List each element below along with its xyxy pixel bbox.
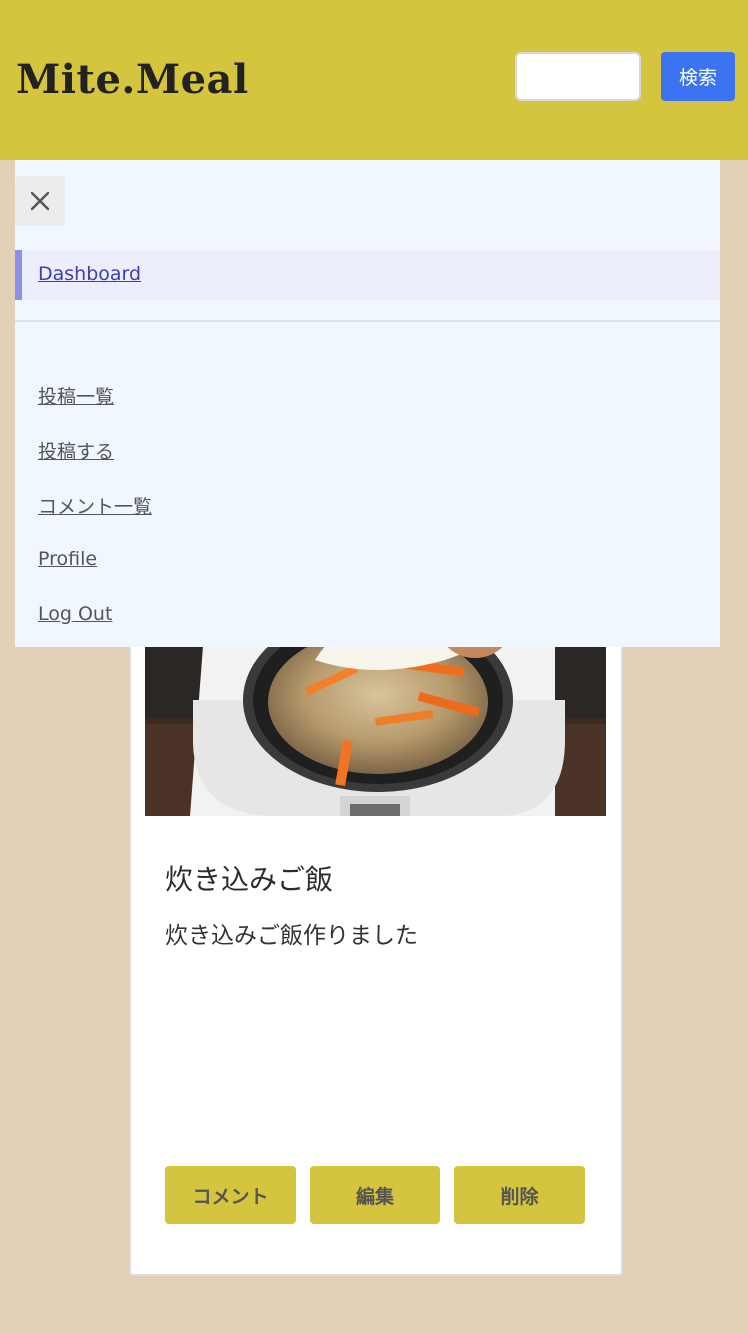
nav-item-dashboard[interactable]: Dashboard	[15, 250, 720, 300]
post-title: 炊き込みご飯	[165, 863, 334, 896]
post-body: 炊き込みご飯作りました	[165, 923, 418, 949]
nav-link-new-post[interactable]: 投稿する	[38, 437, 114, 464]
delete-button[interactable]: 削除	[454, 1166, 585, 1224]
nav-link-profile[interactable]: Profile	[38, 548, 97, 570]
nav-divider	[15, 320, 720, 322]
nav-link-posts[interactable]: 投稿一覧	[38, 382, 114, 409]
nav-drawer	[15, 160, 720, 647]
search-button[interactable]: 検索	[661, 52, 735, 101]
close-drawer-button[interactable]	[15, 176, 65, 226]
comment-button[interactable]: コメント	[165, 1166, 296, 1224]
nav-link-comments[interactable]: コメント一覧	[38, 492, 152, 519]
site-logo[interactable]: Mite.Meal	[16, 56, 249, 103]
nav-item-dashboard-label[interactable]: Dashboard	[38, 263, 141, 285]
nav-link-logout[interactable]: Log Out	[38, 603, 112, 625]
top-header: Mite.Meal 検索	[0, 0, 748, 160]
search-input[interactable]	[515, 52, 641, 101]
edit-button[interactable]: 編集	[310, 1166, 440, 1224]
close-icon	[30, 191, 50, 211]
